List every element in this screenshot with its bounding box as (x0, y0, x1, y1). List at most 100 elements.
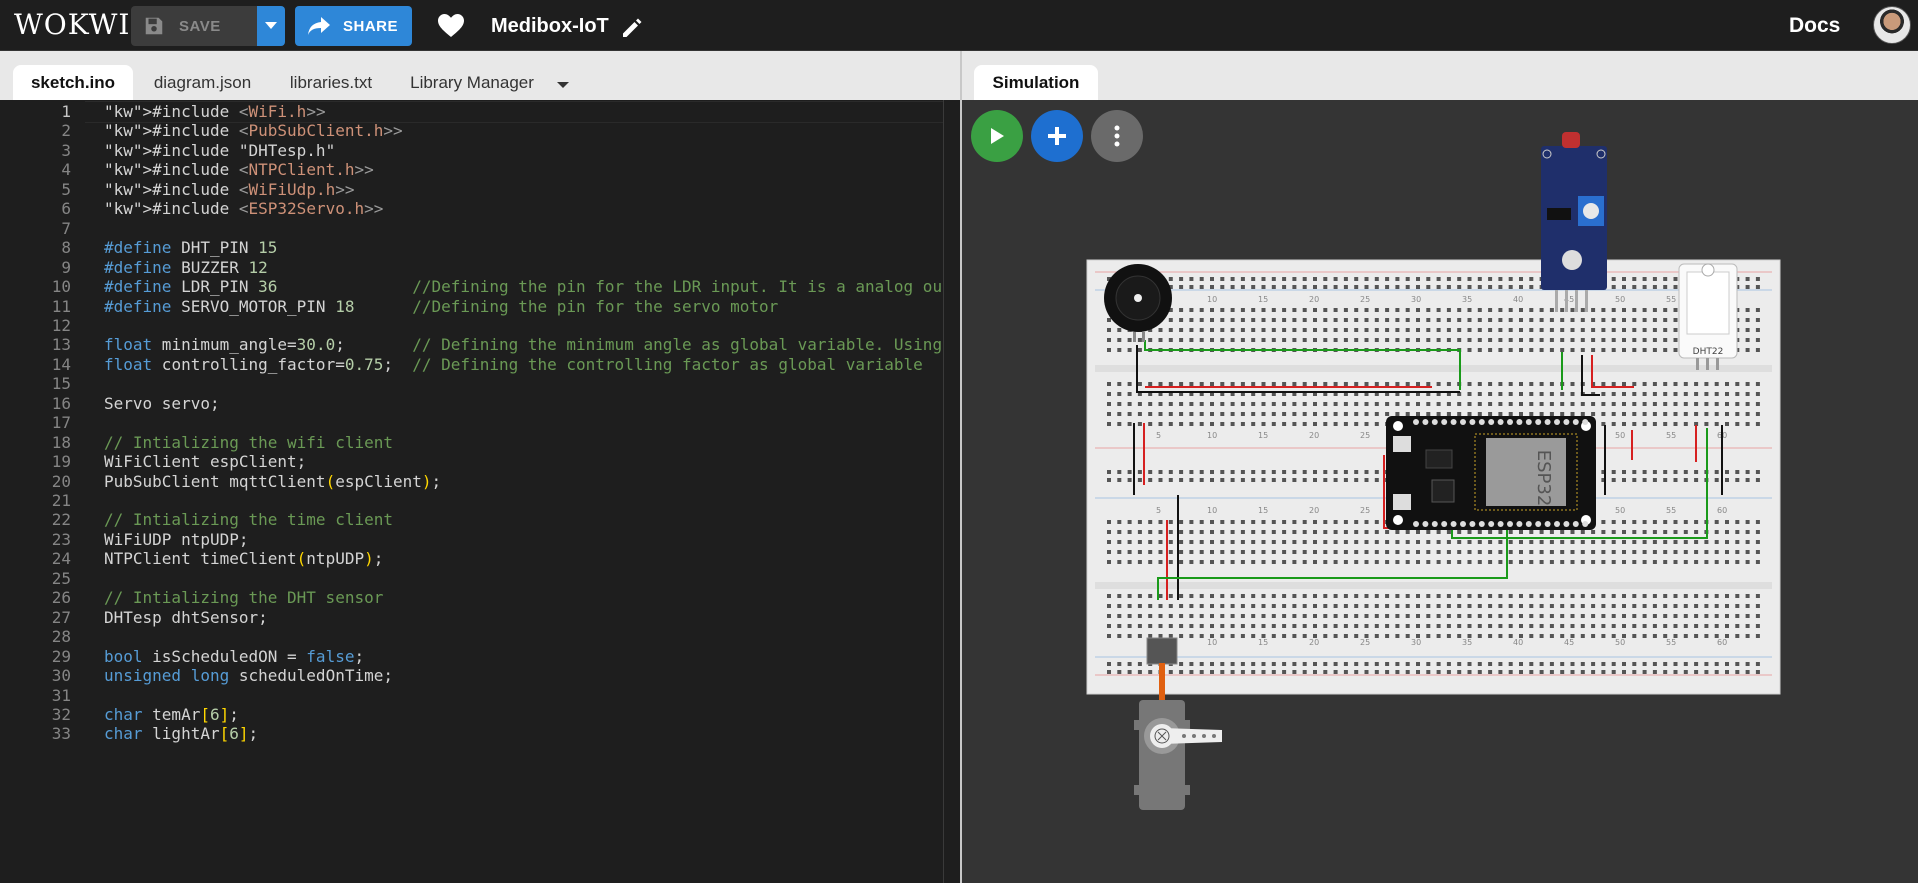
breadboard-hole (1755, 520, 1760, 524)
breadboard-hole (1745, 624, 1750, 628)
breadboard-hole (1611, 662, 1616, 666)
breadboard-hole (1622, 318, 1626, 322)
breadboard-hole (1755, 614, 1760, 618)
breadboard-hole (1168, 540, 1173, 544)
breadboard-hole (1426, 318, 1431, 322)
breadboard-hole (1488, 550, 1493, 554)
esp32-pin (1431, 521, 1438, 527)
tab-simulation[interactable]: Simulation (974, 65, 1098, 100)
breadboard-hole (1477, 670, 1482, 674)
breadboard-hole (1725, 520, 1729, 524)
breadboard-hole (1498, 328, 1503, 332)
breadboard-hole (1323, 338, 1328, 342)
breadboard-hole (1240, 670, 1245, 674)
breadboard-hole (1663, 662, 1668, 666)
breadboard-hole (1735, 624, 1740, 628)
dht22-sensor[interactable]: DHT22 (1678, 263, 1738, 370)
breadboard-hole (1426, 308, 1431, 312)
breadboard-hole (1148, 422, 1153, 426)
breadboard-hole (1240, 338, 1245, 342)
breadboard-hole (1251, 338, 1256, 342)
esp32-board[interactable]: ESP32 (1386, 416, 1596, 530)
breadboard-hole (1251, 560, 1256, 564)
tab-sketch-ino[interactable]: sketch.ino (13, 65, 133, 100)
breadboard-hole (1323, 560, 1328, 564)
breadboard-hole (1725, 412, 1729, 416)
breadboard-hole (1251, 328, 1256, 332)
breadboard-hole (1673, 540, 1678, 544)
tab-library-manager[interactable]: Library Manager (404, 65, 540, 100)
breadboard-hole (1137, 382, 1142, 386)
breadboard-hole (1694, 392, 1699, 396)
code-line[interactable]: 33 char lightAr[6]; (0, 723, 943, 747)
tab-diagram-json[interactable]: diagram.json (145, 65, 260, 100)
breadboard-hole (1199, 277, 1204, 281)
esp32-pin (1431, 419, 1438, 425)
esp32-pin (1422, 521, 1429, 527)
breadboard-hole (1261, 285, 1266, 289)
pencil-edit-icon[interactable] (620, 16, 644, 45)
simulation-canvas[interactable]: 5101520253035404550556051015202530354045… (962, 100, 1918, 883)
breadboard-hole (1642, 530, 1647, 534)
breadboard-hole (1302, 318, 1307, 322)
breadboard-hole (1570, 624, 1575, 628)
breadboard-hole (1560, 550, 1565, 554)
breadboard-hole (1117, 604, 1122, 608)
breadboard-column-number: 50 (1615, 638, 1625, 647)
share-button[interactable]: SHARE (295, 6, 412, 46)
breadboard-hole (1426, 560, 1431, 564)
breadboard-hole (1725, 614, 1729, 618)
breadboard-hole (1251, 634, 1256, 638)
breadboard-hole (1271, 412, 1276, 416)
breadboard-hole (1673, 422, 1678, 426)
breadboard-hole (1261, 520, 1266, 524)
breadboard-hole (1127, 478, 1132, 482)
breadboard-hole (1199, 402, 1204, 406)
breadboard-hole (1519, 550, 1523, 554)
breadboard-hole (1313, 540, 1317, 544)
breadboard-hole (1529, 624, 1534, 628)
ldr-module[interactable] (1541, 132, 1607, 312)
esp32-pin (1535, 419, 1542, 425)
breadboard-hole (1642, 470, 1647, 474)
breadboard-hole (1529, 670, 1534, 674)
breadboard-hole (1323, 550, 1328, 554)
breadboard-hole (1611, 520, 1616, 524)
esp32-pin (1572, 419, 1579, 425)
breadboard-hole (1333, 634, 1338, 638)
breadboard-hole (1323, 277, 1328, 281)
breadboard-hole (1220, 604, 1225, 608)
breadboard-hole (1673, 412, 1678, 416)
breadboard-hole (1714, 624, 1719, 628)
wokwi-logo[interactable]: WOKWI (14, 8, 131, 41)
breadboard-hole (1591, 662, 1596, 666)
tabs-menu-caret-icon[interactable] (556, 76, 570, 94)
save-button[interactable]: SAVE (131, 6, 257, 46)
breadboard-hole (1467, 412, 1472, 416)
docs-link[interactable]: Docs (1789, 14, 1840, 38)
breadboard-hole (1117, 550, 1122, 554)
breadboard-hole (1416, 550, 1420, 554)
breadboard-hole (1560, 328, 1565, 332)
breadboard-hole (1673, 614, 1678, 618)
breadboard-hole (1240, 308, 1245, 312)
breadboard-hole (1364, 412, 1369, 416)
heart-icon[interactable] (437, 13, 465, 44)
code-editor[interactable]: 1 "kw">#include <WiFi.h>> 2 "kw">#include <… (0, 100, 960, 883)
user-avatar[interactable] (1873, 6, 1911, 44)
tab-libraries-txt[interactable]: libraries.txt (280, 65, 382, 100)
save-dropdown-button[interactable] (257, 6, 285, 46)
esp32-pin (1507, 521, 1513, 527)
breadboard-hole (1416, 308, 1420, 312)
breadboard-hole (1570, 392, 1575, 396)
breadboard-hole (1683, 624, 1688, 628)
breadboard-hole (1179, 530, 1184, 534)
breadboard-hole (1663, 392, 1668, 396)
breadboard-hole (1673, 662, 1678, 666)
breadboard-hole (1477, 614, 1482, 618)
breadboard-hole (1704, 550, 1709, 554)
breadboard-hole (1683, 520, 1688, 524)
breadboard-hole (1302, 478, 1307, 482)
breadboard-hole (1560, 662, 1565, 666)
breadboard-hole (1725, 392, 1729, 396)
